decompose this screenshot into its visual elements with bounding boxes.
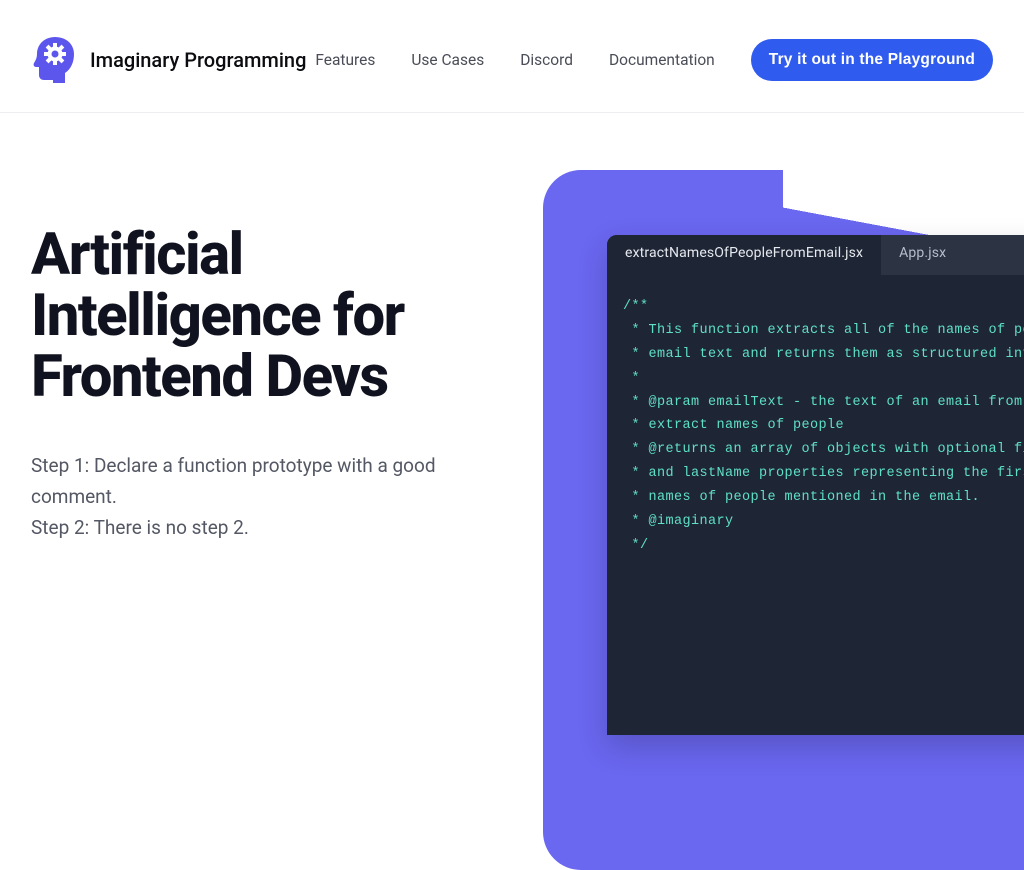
- hero-code-panel: extractNamesOfPeopleFromEmail.jsx App.js…: [543, 215, 1024, 543]
- brand[interactable]: Imaginary Programming: [31, 35, 306, 85]
- step-1: Step 1: Declare a function prototype wit…: [31, 450, 493, 512]
- hero-steps: Step 1: Declare a function prototype wit…: [31, 450, 493, 543]
- playground-cta-button[interactable]: Try it out in the Playground: [751, 39, 993, 81]
- code-editor: extractNamesOfPeopleFromEmail.jsx App.js…: [607, 235, 1024, 735]
- brain-gear-logo-icon: [31, 35, 76, 85]
- nav-discord[interactable]: Discord: [520, 51, 573, 69]
- hero-section: Artificial Intelligence for Frontend Dev…: [0, 215, 1024, 543]
- code-content: /** * This function extracts all of the …: [607, 275, 1024, 578]
- step-2: Step 2: There is no step 2.: [31, 512, 493, 543]
- nav-use-cases[interactable]: Use Cases: [411, 51, 484, 69]
- tab-app[interactable]: App.jsx: [881, 235, 964, 275]
- header: Imaginary Programming Features Use Cases…: [0, 0, 1024, 113]
- editor-tabs: extractNamesOfPeopleFromEmail.jsx App.js…: [607, 235, 1024, 275]
- nav-documentation[interactable]: Documentation: [609, 51, 715, 69]
- brand-name: Imaginary Programming: [90, 48, 306, 72]
- main-nav: Features Use Cases Discord Documentation…: [315, 39, 993, 81]
- tab-extract-names[interactable]: extractNamesOfPeopleFromEmail.jsx: [607, 235, 881, 275]
- hero-text: Artificial Intelligence for Frontend Dev…: [31, 225, 493, 543]
- nav-features[interactable]: Features: [315, 51, 375, 69]
- hero-headline: Artificial Intelligence for Frontend Dev…: [31, 225, 493, 408]
